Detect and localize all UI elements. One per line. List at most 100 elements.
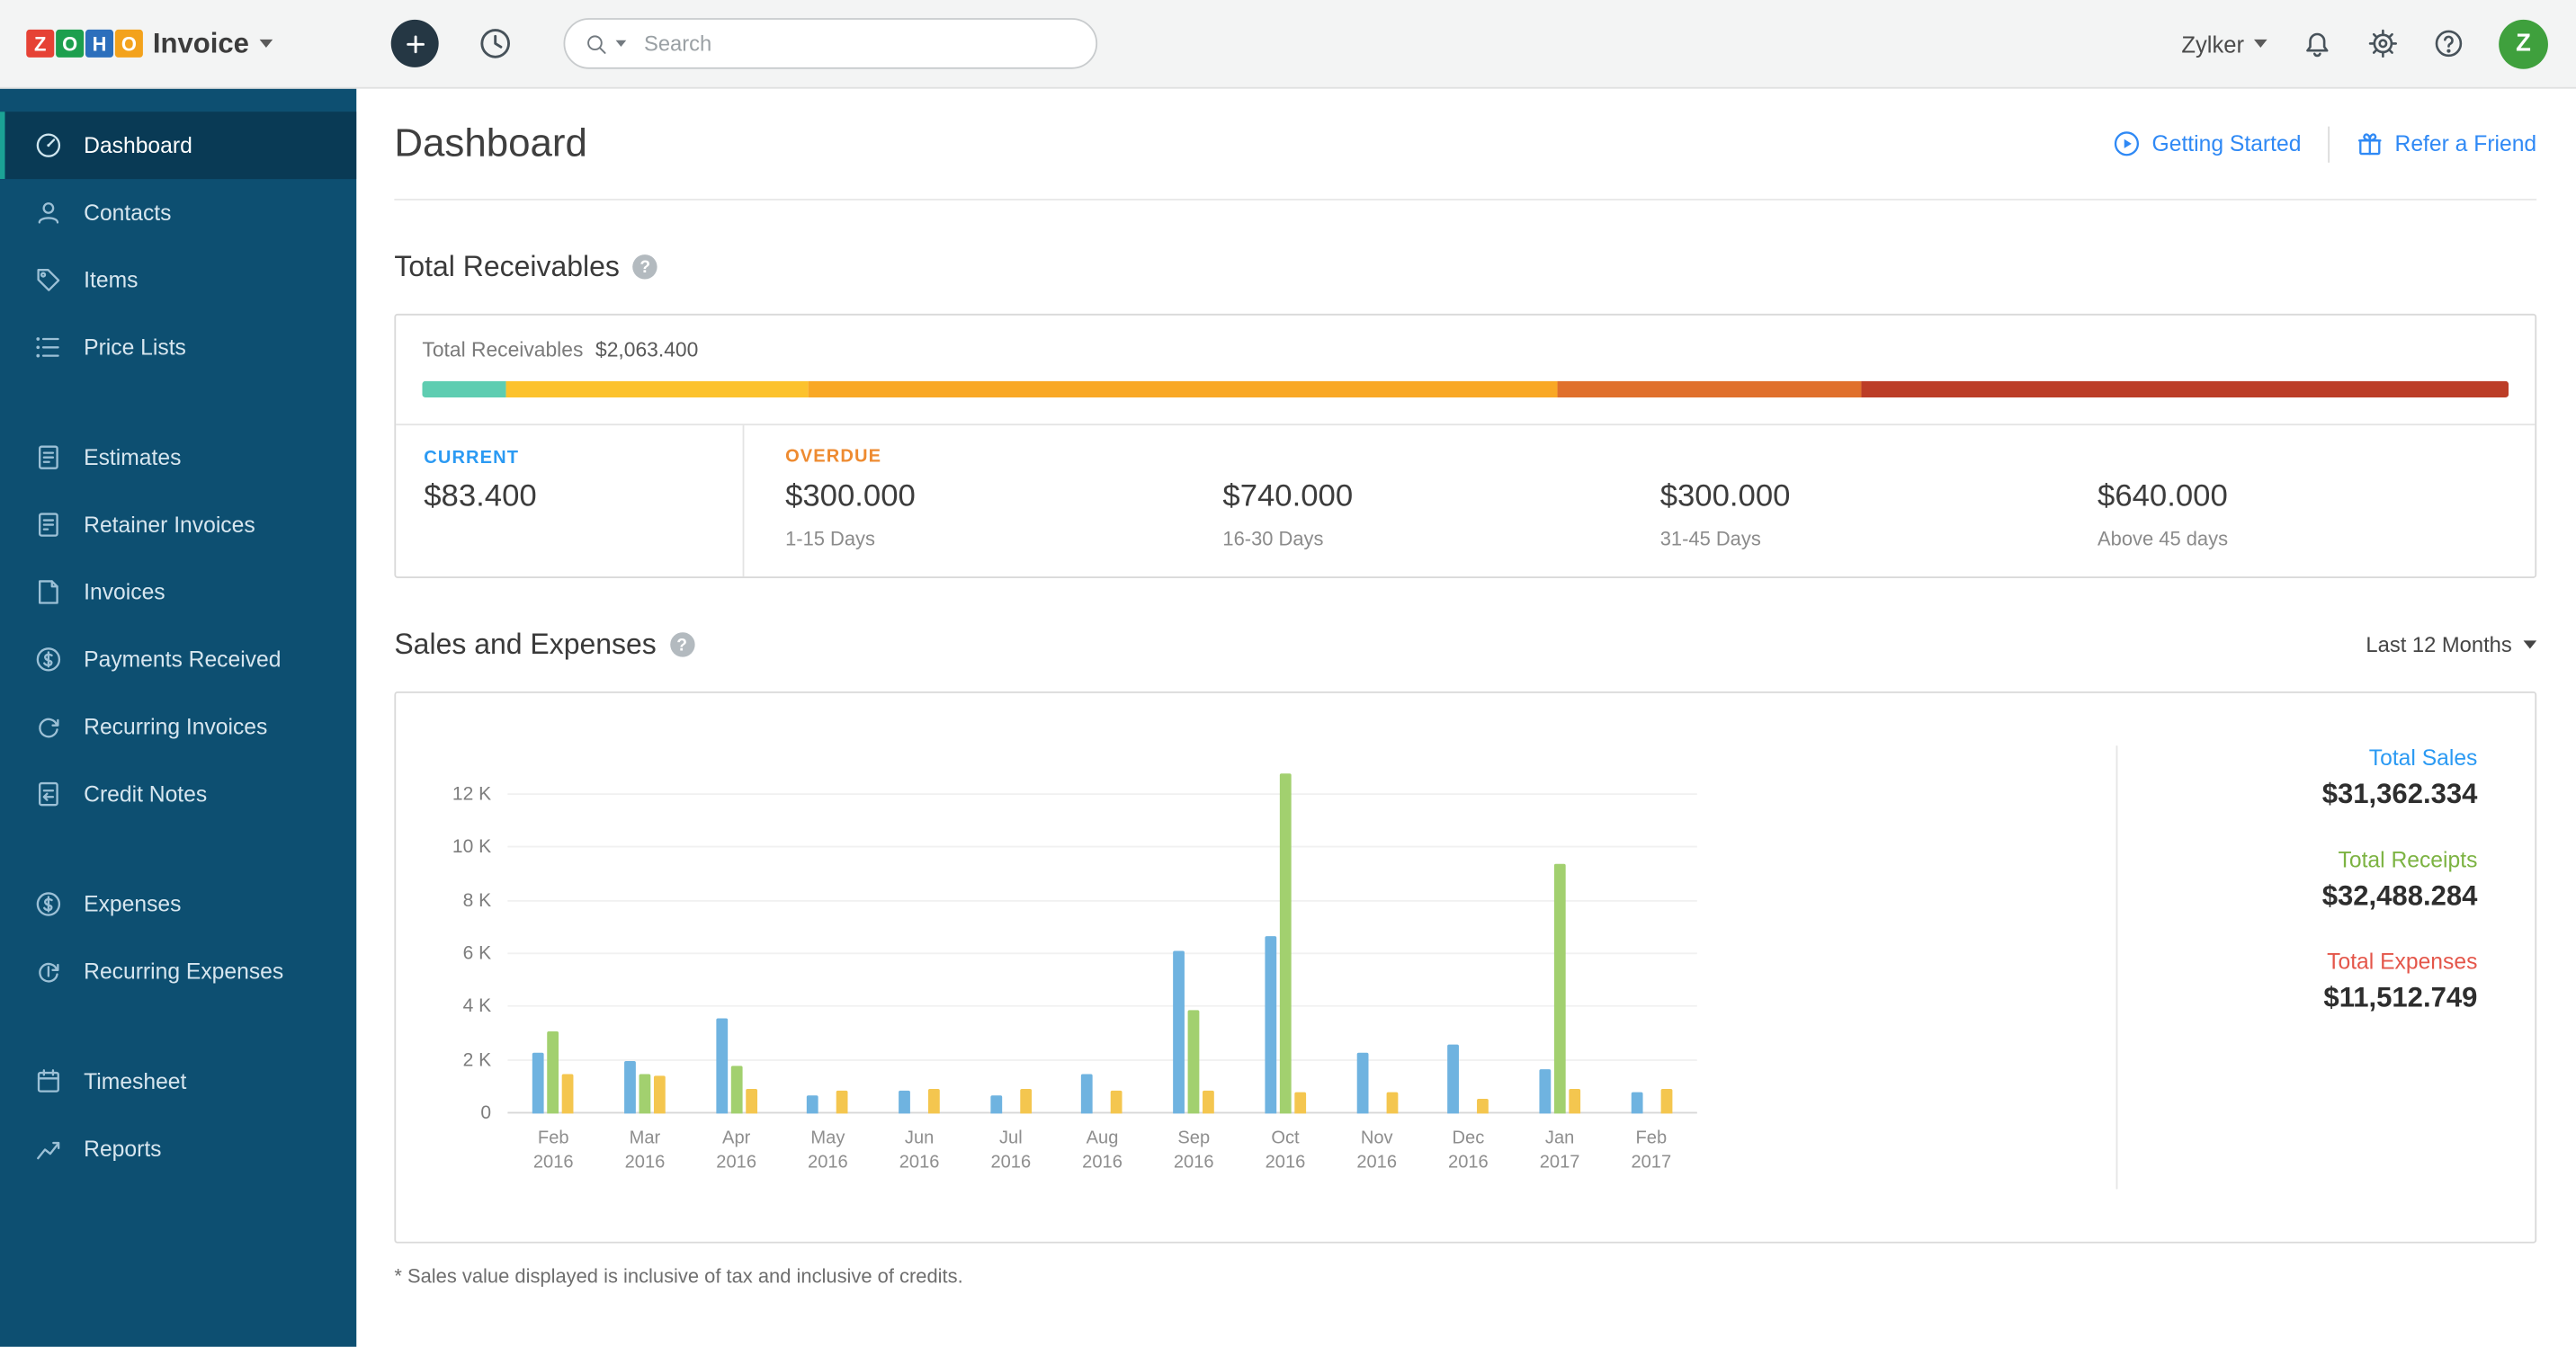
bar-expenses[interactable] bbox=[836, 1091, 848, 1113]
bar-receipts[interactable] bbox=[1188, 1010, 1200, 1113]
bar-sales[interactable] bbox=[899, 1091, 910, 1113]
sidebar-item-price-lists[interactable]: Price Lists bbox=[0, 314, 356, 381]
overdue-bucket-31-45-days[interactable]: $300.00031-45 Days bbox=[1660, 479, 2097, 550]
bar-expenses[interactable] bbox=[562, 1074, 574, 1113]
sidebar-item-invoices[interactable]: Invoices bbox=[0, 558, 356, 626]
refer-a-friend-link[interactable]: Refer a Friend bbox=[2356, 129, 2536, 157]
main-content: Dashboard Getting StartedRefer a Friend … bbox=[356, 89, 2576, 1347]
bar-expenses[interactable] bbox=[1294, 1093, 1306, 1114]
bar-expenses[interactable] bbox=[1569, 1090, 1580, 1114]
aging-segment-overdue-1-15[interactable] bbox=[505, 381, 808, 397]
sidebar-item-payments-received[interactable]: Payments Received bbox=[0, 626, 356, 693]
bar-receipts[interactable] bbox=[730, 1066, 742, 1113]
bar-sales[interactable] bbox=[1082, 1074, 1094, 1113]
overdue-bucket-16-30-days[interactable]: $740.00016-30 Days bbox=[1222, 479, 1659, 550]
search-box[interactable] bbox=[564, 18, 1098, 69]
sales-help-icon[interactable]: ? bbox=[669, 632, 693, 656]
sidebar-item-label: Expenses bbox=[84, 892, 181, 916]
bar-sales[interactable] bbox=[716, 1018, 728, 1113]
sidebar-item-expenses[interactable]: Expenses bbox=[0, 870, 356, 938]
bar-expenses[interactable] bbox=[1020, 1090, 1032, 1114]
total-sales-label: Total Sales bbox=[2117, 745, 2477, 770]
bar-expenses[interactable] bbox=[1203, 1091, 1214, 1113]
product-caret-down-icon[interactable] bbox=[259, 40, 273, 48]
bar-sales[interactable] bbox=[624, 1060, 636, 1113]
search-input[interactable] bbox=[640, 30, 1076, 58]
aging-segment-overdue-above-45[interactable] bbox=[1862, 381, 2509, 397]
sidebar-item-credit-notes[interactable]: Credit Notes bbox=[0, 761, 356, 828]
header-links-divider bbox=[2328, 126, 2330, 162]
bar-sales[interactable] bbox=[808, 1095, 819, 1114]
bar-sales[interactable] bbox=[1448, 1045, 1460, 1114]
x-axis-label: Sep2016 bbox=[1148, 1127, 1239, 1177]
bar-sales[interactable] bbox=[990, 1095, 1002, 1114]
history-icon[interactable] bbox=[479, 26, 513, 60]
sidebar-item-label: Recurring Expenses bbox=[84, 959, 283, 984]
bar-group-jan-2017 bbox=[1514, 769, 1606, 1114]
sales-section-head: Sales and Expenses ? Last 12 Months bbox=[394, 628, 2536, 662]
sidebar-item-items[interactable]: Items bbox=[0, 246, 356, 314]
sidebar-item-contacts[interactable]: Contacts bbox=[0, 179, 356, 246]
bar-expenses[interactable] bbox=[1477, 1099, 1489, 1113]
app-logo[interactable]: ZOHO Invoice bbox=[0, 27, 356, 60]
bar-receipts[interactable] bbox=[1280, 774, 1292, 1114]
create-new-button[interactable] bbox=[391, 20, 439, 67]
credit-notes-icon bbox=[34, 781, 62, 808]
bar-expenses[interactable] bbox=[1660, 1090, 1672, 1114]
org-switcher[interactable]: Zylker bbox=[2181, 31, 2267, 57]
bar-receipts[interactable] bbox=[548, 1031, 559, 1113]
range-caret-down-icon bbox=[2524, 640, 2537, 648]
bar-group-oct-2016 bbox=[1239, 769, 1331, 1114]
bar-expenses[interactable] bbox=[746, 1088, 757, 1113]
sales-section-title: Sales and Expenses bbox=[394, 628, 656, 662]
current-column[interactable]: CURRENT $83.400 bbox=[396, 425, 744, 576]
bar-expenses[interactable] bbox=[654, 1076, 666, 1113]
bar-sales[interactable] bbox=[532, 1053, 544, 1114]
x-axis-label: Feb2017 bbox=[1606, 1127, 1697, 1177]
sidebar-item-label: Contacts bbox=[84, 201, 171, 225]
sidebar-item-label: Timesheet bbox=[84, 1069, 186, 1093]
play-icon bbox=[2113, 129, 2141, 157]
aging-segment-overdue-31-45[interactable] bbox=[1557, 381, 1862, 397]
receivables-help-icon[interactable]: ? bbox=[632, 254, 657, 279]
bar-group-nov-2016 bbox=[1331, 769, 1423, 1114]
page-title: Dashboard bbox=[394, 120, 586, 166]
bar-sales[interactable] bbox=[1173, 951, 1185, 1113]
x-axis-label: Feb2016 bbox=[507, 1127, 599, 1177]
bar-expenses[interactable] bbox=[928, 1088, 940, 1113]
aging-segment-current[interactable] bbox=[422, 381, 505, 397]
sidebar-item-label: Estimates bbox=[84, 445, 181, 469]
bar-sales[interactable] bbox=[1631, 1093, 1642, 1114]
getting-started-link[interactable]: Getting Started bbox=[2113, 129, 2302, 157]
bar-group-aug-2016 bbox=[1057, 769, 1149, 1114]
bar-expenses[interactable] bbox=[1386, 1093, 1398, 1114]
bar-expenses[interactable] bbox=[1112, 1091, 1123, 1113]
notifications-bell-icon[interactable] bbox=[2302, 28, 2333, 59]
sidebar-nav: Dashboard Contacts ItemsPrice Lists Estimat… bbox=[0, 112, 356, 1182]
bar-receipts[interactable] bbox=[640, 1074, 651, 1113]
overdue-bucket-1-15-days[interactable]: $300.0001-15 Days bbox=[785, 479, 1222, 550]
bar-sales[interactable] bbox=[1539, 1068, 1551, 1113]
overdue-bucket-above-45-days[interactable]: $640.000Above 45 days bbox=[2097, 479, 2535, 550]
sidebar-item-retainer-invoices[interactable]: Retainer Invoices bbox=[0, 491, 356, 558]
settings-gear-icon[interactable] bbox=[2367, 28, 2399, 59]
sidebar-item-recurring-expenses[interactable]: Recurring Expenses bbox=[0, 938, 356, 1005]
bar-sales[interactable] bbox=[1356, 1053, 1368, 1114]
bar-sales[interactable] bbox=[1265, 936, 1276, 1114]
search-scope-caret-icon[interactable] bbox=[616, 40, 627, 47]
sidebar-item-recurring-invoices[interactable]: Recurring Invoices bbox=[0, 693, 356, 761]
sidebar-item-dashboard[interactable]: Dashboard bbox=[0, 112, 356, 179]
x-axis-label: Jan2017 bbox=[1514, 1127, 1606, 1177]
date-range-selector[interactable]: Last 12 Months bbox=[2366, 632, 2536, 656]
receivables-card: Total Receivables $2,063.400 CURRENT $83… bbox=[394, 314, 2536, 578]
bar-receipts[interactable] bbox=[1554, 864, 1566, 1113]
sidebar-item-timesheet[interactable]: Timesheet bbox=[0, 1048, 356, 1115]
sidebar-item-estimates[interactable]: Estimates bbox=[0, 424, 356, 491]
bucket-amount: $640.000 bbox=[2097, 479, 2535, 515]
sales-footnote: * Sales value displayed is inclusive of … bbox=[394, 1264, 2536, 1288]
sidebar-item-reports[interactable]: Reports bbox=[0, 1115, 356, 1182]
bucket-period: 31-45 Days bbox=[1660, 527, 2097, 550]
user-avatar[interactable]: Z bbox=[2499, 19, 2548, 68]
aging-segment-overdue-16-30[interactable] bbox=[809, 381, 1558, 397]
help-circle-icon[interactable] bbox=[2433, 28, 2464, 59]
